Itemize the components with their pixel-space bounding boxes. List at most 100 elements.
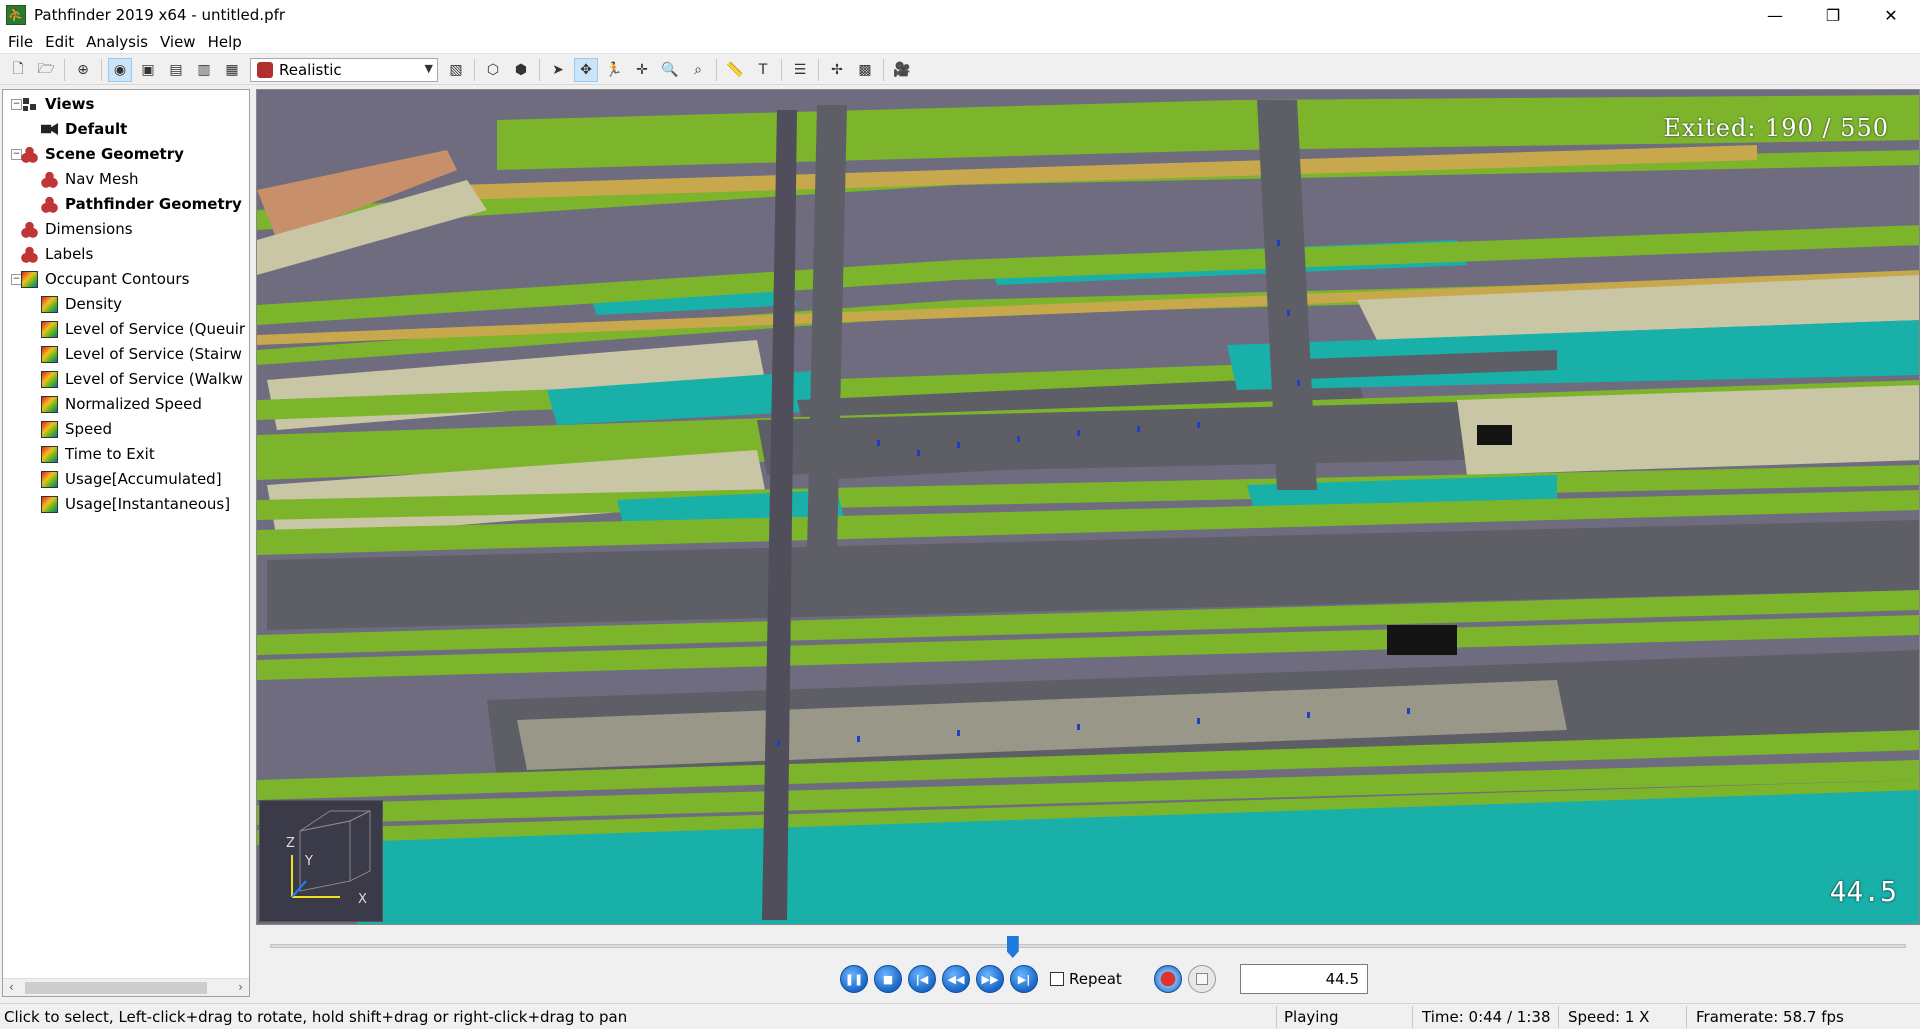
tree-item[interactable]: Level of Service (Stairw (41, 342, 242, 366)
skip-to-start-button[interactable]: |◀ (908, 965, 936, 993)
tree-item[interactable]: Usage[Instantaneous] (41, 492, 230, 516)
status-separator (1558, 1006, 1559, 1028)
toolbar-separator (716, 58, 717, 81)
geometry-icon (41, 170, 58, 188)
step-forward-button[interactable]: ▶▶ (976, 965, 1004, 993)
tree-item-label: Density (65, 295, 123, 313)
tree-item[interactable]: Pathfinder Geometry (41, 192, 242, 216)
playback-controls: ❚❚ ■ |◀ ◀◀ ▶▶ ▶| Repeat 44.5 (256, 928, 1920, 1003)
open-folder-icon[interactable]: 🗁 (34, 58, 58, 82)
tree-item-label: Level of Service (Walkw (65, 370, 243, 388)
minimize-button[interactable]: — (1746, 0, 1804, 30)
view-side-icon[interactable]: ▥ (192, 58, 216, 82)
contour-icon (41, 470, 58, 488)
menu-analysis[interactable]: Analysis (80, 33, 154, 51)
text-tool-icon[interactable]: T (751, 58, 775, 82)
geometry-icon (21, 245, 38, 263)
show-geometry-icon[interactable]: ⬡ (481, 58, 505, 82)
occupant-camera-icon[interactable]: 🎥 (890, 58, 914, 82)
repeat-checkbox[interactable] (1050, 972, 1064, 986)
new-file-icon[interactable]: 🗋 (6, 58, 30, 82)
tree-item[interactable]: Speed (41, 417, 112, 441)
walk-tool-icon[interactable]: 🏃 (602, 58, 626, 82)
building-model-render[interactable] (257, 90, 1920, 925)
perspective-view-icon[interactable]: ◉ (108, 57, 132, 82)
tree-item[interactable]: Level of Service (Queuir (41, 317, 245, 341)
tree-item[interactable]: Labels (21, 242, 93, 266)
menu-help[interactable]: Help (202, 33, 248, 51)
measure-tool-icon[interactable]: 📏 (723, 58, 747, 82)
list-view-icon[interactable]: ☰ (788, 58, 812, 82)
contour-icon (41, 445, 58, 463)
menu-file[interactable]: File (2, 33, 39, 51)
tree-item[interactable]: Density (41, 292, 122, 316)
reset-view-icon[interactable]: ⊕ (71, 58, 95, 82)
camera-icon (41, 123, 58, 135)
contour-icon (41, 295, 58, 313)
render-mode-select[interactable]: Realistic ▼ (250, 57, 438, 82)
tree-item[interactable]: Level of Service (Walkw (41, 367, 243, 391)
time-input[interactable]: 44.5 (1240, 964, 1368, 994)
select-tool-icon[interactable]: ➤ (546, 58, 570, 82)
render-options-icon[interactable]: ▧ (444, 58, 468, 82)
record-button[interactable] (1154, 965, 1182, 993)
toolbar-separator (474, 58, 475, 81)
3d-viewport[interactable]: Exited: 190 / 550 44.5 Z Y X (256, 89, 1920, 925)
tree-item[interactable]: Default (41, 117, 127, 141)
hide-geometry-icon[interactable]: ⬢ (509, 58, 533, 82)
axis-gizmo: Z Y X (259, 800, 383, 922)
scroll-left-icon[interactable]: ‹ (9, 980, 14, 994)
stop-recording-button[interactable] (1188, 965, 1216, 993)
render-mode-value: Realistic (279, 60, 342, 79)
timeline-slider-track[interactable] (270, 944, 1906, 948)
step-back-button[interactable]: ◀◀ (942, 965, 970, 993)
zoom-box-tool-icon[interactable]: ⌕ (686, 58, 710, 82)
contour-icon (41, 495, 58, 513)
pan-tool-icon[interactable]: ✛ (630, 58, 654, 82)
snap-tool-icon[interactable]: ✢ (825, 58, 849, 82)
menu-bar: File Edit Analysis View Help (0, 30, 1920, 54)
contour-icon (41, 320, 58, 338)
status-separator (1412, 1006, 1413, 1028)
view-top-icon[interactable]: ▣ (136, 58, 160, 82)
axis-x-label: X (358, 892, 367, 907)
tree-item-label: Dimensions (45, 220, 133, 238)
grid-tool-icon[interactable]: ▩ (853, 58, 877, 82)
tree-item-label: Usage[Instantaneous] (65, 495, 231, 513)
tree-item[interactable]: Usage[Accumulated] (41, 467, 222, 491)
contour-icon (41, 345, 58, 363)
tree-item[interactable]: Views (21, 92, 94, 116)
title-bar: ⛹ Pathfinder 2019 x64 - untitled.pfr — ❐… (0, 0, 1920, 30)
tree-item[interactable]: Scene Geometry (21, 142, 184, 166)
scrollbar-thumb[interactable] (25, 982, 207, 994)
geometry-icon (21, 145, 38, 163)
zoom-tool-icon[interactable]: 🔍 (658, 58, 682, 82)
orbit-tool-icon[interactable]: ✥ (574, 57, 598, 82)
view-back-icon[interactable]: ▦ (220, 58, 244, 82)
pause-button[interactable]: ❚❚ (840, 965, 868, 993)
stop-button[interactable]: ■ (874, 965, 902, 993)
tree-item[interactable]: Nav Mesh (41, 167, 139, 191)
tree-item[interactable]: Time to Exit (41, 442, 155, 466)
tree-item-label: Usage[Accumulated] (65, 470, 222, 488)
restore-button[interactable]: ❐ (1804, 0, 1862, 30)
close-button[interactable]: ✕ (1862, 0, 1920, 30)
status-separator (1276, 1006, 1277, 1028)
view-front-icon[interactable]: ▤ (164, 58, 188, 82)
tree-item-label: Default (65, 120, 128, 138)
status-separator (1686, 1006, 1687, 1028)
tree-item[interactable]: Dimensions (21, 217, 133, 241)
status-hint: Click to select, Left-click+drag to rota… (4, 1008, 628, 1026)
scroll-right-icon[interactable]: › (238, 980, 243, 994)
tree-item[interactable]: Normalized Speed (41, 392, 202, 416)
window-title: Pathfinder 2019 x64 - untitled.pfr (34, 6, 286, 24)
tree-item[interactable]: Occupant Contours (21, 267, 189, 291)
toolbar-separator (883, 58, 884, 81)
contour-icon (21, 270, 38, 288)
menu-view[interactable]: View (154, 33, 202, 51)
contour-icon (41, 395, 58, 413)
tree-horizontal-scrollbar[interactable]: ‹ › (3, 978, 249, 996)
timeline-slider-thumb[interactable] (1006, 936, 1019, 958)
menu-edit[interactable]: Edit (39, 33, 80, 51)
skip-to-end-button[interactable]: ▶| (1010, 965, 1038, 993)
